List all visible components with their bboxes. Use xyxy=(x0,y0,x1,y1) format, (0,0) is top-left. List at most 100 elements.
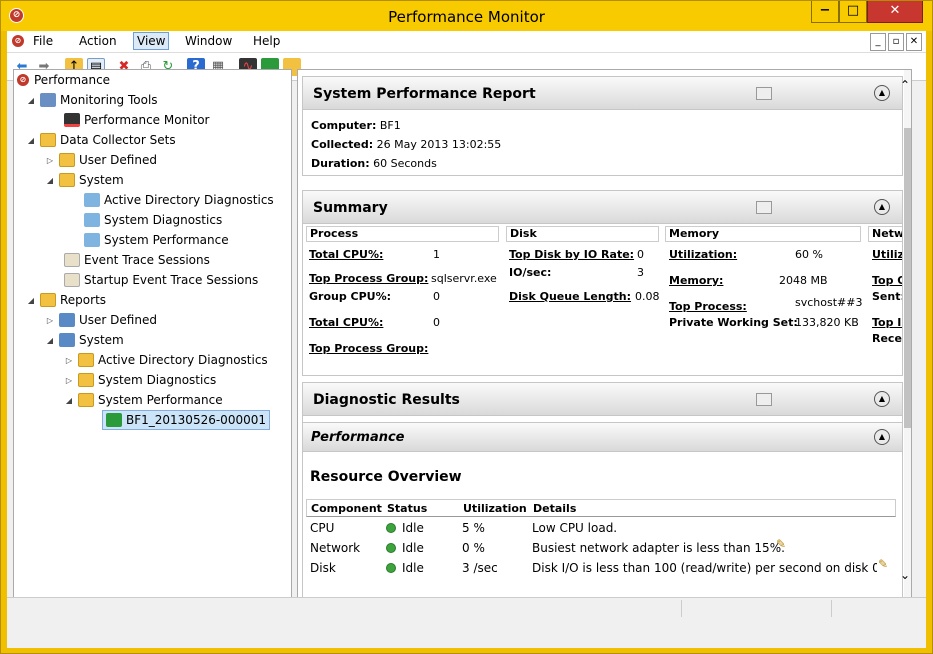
menu-action[interactable]: Action xyxy=(79,34,117,48)
tree-item-label: User Defined xyxy=(79,153,157,167)
tree-item-startup-trace[interactable]: Startup Event Trace Sessions xyxy=(64,270,258,290)
note-icon[interactable]: ✎ xyxy=(878,557,888,571)
row-status: Idle xyxy=(386,541,424,555)
close-button[interactable]: ✕ xyxy=(867,1,923,23)
expand-arrow-icon[interactable]: ▷ xyxy=(45,156,55,165)
tree-item-label: System Diagnostics xyxy=(104,213,223,227)
group-cpu-value: 0 xyxy=(433,290,440,303)
tree-item-dcs-ad-diagnostics[interactable]: Active Directory Diagnostics xyxy=(84,190,274,210)
row-component: CPU xyxy=(310,521,335,535)
top-process-group-link[interactable]: Top Process Group: xyxy=(309,272,428,285)
collapse-icon[interactable]: ▲ xyxy=(874,199,890,215)
report-icon xyxy=(106,413,122,427)
collapse-arrow-icon[interactable]: ◢ xyxy=(26,136,36,145)
report-title: System Performance Report xyxy=(313,86,536,102)
report-pane: System Performance Report ▲ Computer: BF… xyxy=(297,69,912,612)
mdi-minimize-button[interactable]: _ xyxy=(870,33,886,51)
tree-item-rep-system-performance[interactable]: ◢ System Performance xyxy=(64,390,223,410)
tree-item-dcs-user-defined[interactable]: ▷ User Defined xyxy=(45,150,157,170)
total-cpu-link[interactable]: Total CPU%: xyxy=(309,248,383,261)
tree-item-label: Data Collector Sets xyxy=(60,133,176,147)
menu-file[interactable]: File xyxy=(33,34,53,48)
view-icon[interactable] xyxy=(756,393,772,406)
collapse-arrow-icon[interactable]: ◢ xyxy=(26,296,36,305)
scroll-down-icon[interactable]: ⌄ xyxy=(900,568,910,582)
expand-arrow-icon[interactable]: ▷ xyxy=(64,376,74,385)
table-row[interactable]: CPU Idle 5 % Low CPU load. xyxy=(306,519,896,539)
tree-item-reports[interactable]: ◢ Reports xyxy=(26,290,106,310)
network-utilization-link[interactable]: Utiliza xyxy=(872,248,902,261)
tree-item-event-trace[interactable]: Event Trace Sessions xyxy=(64,250,210,270)
tree-item-rep-user-defined[interactable]: ▷ User Defined xyxy=(45,310,157,330)
collapse-icon[interactable]: ▲ xyxy=(874,391,890,407)
menu-bar: ⊘ File Action View Window Help _ ▫ ✕ xyxy=(7,31,926,53)
collapse-icon[interactable]: ▲ xyxy=(874,429,890,445)
performance-icon: ⊘ xyxy=(16,73,30,87)
menu-window[interactable]: Window xyxy=(185,34,232,48)
note-icon[interactable]: ✎ xyxy=(776,537,786,551)
tree-item-dcs-system[interactable]: ◢ System xyxy=(45,170,124,190)
tree-item-data-collector-sets[interactable]: ◢ Data Collector Sets xyxy=(26,130,176,150)
collapse-arrow-icon[interactable]: ◢ xyxy=(64,396,74,405)
status-ok-icon xyxy=(386,543,396,553)
report-header: System Performance Report ▲ xyxy=(302,76,903,110)
tree-item-label: User Defined xyxy=(79,313,157,327)
expand-arrow-icon[interactable]: ▷ xyxy=(45,316,55,325)
tree-item-performance-monitor[interactable]: Performance Monitor xyxy=(64,110,209,130)
view-icon[interactable] xyxy=(756,201,772,214)
memory-link[interactable]: Memory: xyxy=(669,274,723,287)
tree-item-rep-system[interactable]: ◢ System xyxy=(45,330,124,350)
mdi-restore-button[interactable]: ▫ xyxy=(888,33,904,51)
mdi-close-button[interactable]: ✕ xyxy=(906,33,922,51)
top-process-link[interactable]: Top Process: xyxy=(669,300,747,313)
tree-item-performance[interactable]: ⊘ Performance xyxy=(16,70,110,90)
memory-value: 2048 MB xyxy=(779,274,828,287)
title-bar[interactable]: ⊘ Performance Monitor − □ ✕ xyxy=(1,1,932,31)
scroll-up-icon[interactable]: ⌃ xyxy=(900,78,910,92)
top-process-group-value: sqlservr.exe xyxy=(431,272,497,285)
menu-view[interactable]: View xyxy=(133,32,170,50)
mmc-icon[interactable]: ⊘ xyxy=(11,34,25,48)
memory-utilization-link[interactable]: Utilization: xyxy=(669,248,737,261)
disk-queue-link[interactable]: Disk Queue Length: xyxy=(509,290,631,303)
collapse-arrow-icon[interactable]: ◢ xyxy=(26,96,36,105)
table-row[interactable]: Network Idle 0 % Busiest network adapter… xyxy=(306,537,896,559)
table-row[interactable]: Disk Idle 3 /sec Disk I/O is less than 1… xyxy=(306,557,896,579)
duration-value: 60 Seconds xyxy=(373,157,437,170)
tree-item-label: System Diagnostics xyxy=(98,373,217,387)
tree-item-report-selected[interactable]: BF1_20130526-000001 xyxy=(102,410,270,430)
tree-item-dcs-system-performance[interactable]: System Performance xyxy=(84,230,229,250)
collapse-arrow-icon[interactable]: ◢ xyxy=(45,176,55,185)
tree-item-label: Event Trace Sessions xyxy=(84,253,210,267)
collapse-arrow-icon[interactable]: ◢ xyxy=(45,336,55,345)
total-cpu-link-2[interactable]: Total CPU%: xyxy=(309,316,383,329)
view-icon[interactable] xyxy=(756,87,772,100)
diagnostic-header: Diagnostic Results ▲ xyxy=(302,382,903,416)
reports-folder-icon xyxy=(40,293,56,307)
tree-item-rep-ad-diagnostics[interactable]: ▷ Active Directory Diagnostics xyxy=(64,350,268,370)
tree-item-label: Startup Event Trace Sessions xyxy=(84,273,259,287)
expand-arrow-icon[interactable]: ▷ xyxy=(64,356,74,365)
tree-item-dcs-system-diagnostics[interactable]: System Diagnostics xyxy=(84,210,222,230)
report-content: System Performance Report ▲ Computer: BF… xyxy=(302,76,903,598)
group-cpu-label: Group CPU%: xyxy=(309,290,392,303)
top-process-group-link-2[interactable]: Top Process Group: xyxy=(309,342,428,355)
tree-item-rep-system-diagnostics[interactable]: ▷ System Diagnostics xyxy=(64,370,216,390)
network-top-out-link[interactable]: Top O xyxy=(872,274,902,287)
vertical-scrollbar-thumb[interactable] xyxy=(904,128,911,428)
tree-item-monitoring-tools[interactable]: ◢ Monitoring Tools xyxy=(26,90,158,110)
tree-item-label: BF1_20130526-000001 xyxy=(126,413,266,427)
column-header-status: Status xyxy=(387,502,428,515)
maximize-button[interactable]: □ xyxy=(839,1,867,23)
collapse-icon[interactable]: ▲ xyxy=(874,85,890,101)
minimize-button[interactable]: − xyxy=(811,1,839,23)
mdi-buttons: _ ▫ ✕ xyxy=(870,33,922,51)
top-disk-link[interactable]: Top Disk by IO Rate: xyxy=(509,248,634,261)
collected-label: Collected: xyxy=(311,138,374,151)
duration-label: Duration: xyxy=(311,157,370,170)
network-top-in-link[interactable]: Top In xyxy=(872,316,902,329)
menu-help[interactable]: Help xyxy=(253,34,280,48)
collected-value: 26 May 2013 13:02:55 xyxy=(376,138,502,151)
summary-title: Summary xyxy=(313,200,388,216)
row-utilization: 3 /sec xyxy=(462,561,498,575)
